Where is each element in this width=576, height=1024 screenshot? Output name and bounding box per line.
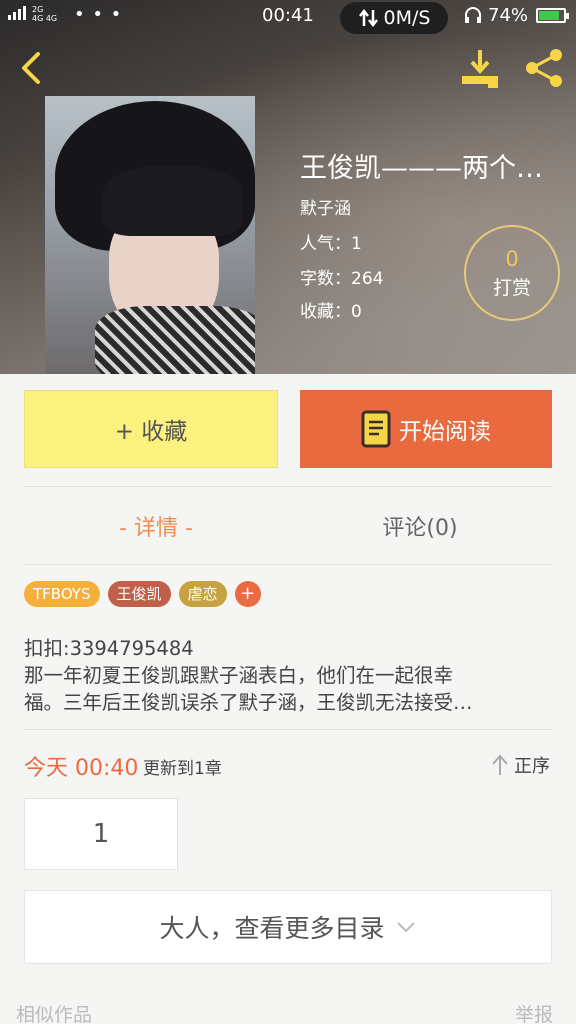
view-more-toc-label: 大人，查看更多目录 xyxy=(159,914,385,943)
arrow-up-icon xyxy=(492,754,508,775)
view-more-toc-button[interactable]: 大人，查看更多目录 xyxy=(24,890,552,964)
speed-value: 0M/S xyxy=(383,7,431,29)
update-time: 今天 00:40 xyxy=(24,756,139,781)
similar-works-heading: 相似作品 xyxy=(16,1004,93,1024)
tag-wang-junkai[interactable]: 王俊凯 xyxy=(107,581,171,607)
reward-label: 打赏 xyxy=(492,277,531,299)
headphone-icon xyxy=(463,5,483,29)
status-bar: 2G 4G 4G • • • 00:41 0M/S 74% xyxy=(0,0,576,34)
report-button[interactable]: 举报 xyxy=(515,1000,553,1024)
more-notifications-icon: • • • xyxy=(74,4,123,25)
reward-count: 0 xyxy=(505,247,519,271)
book-description[interactable]: 扣扣:3394795484 那一年初夏王俊凯跟默子涵表白，他们在一起很幸 福。三… xyxy=(24,635,552,716)
share-icon[interactable] xyxy=(522,48,566,88)
battery-percent: 74% xyxy=(488,5,529,26)
clock: 00:41 xyxy=(262,5,314,26)
network-type: 2G 4G 4G xyxy=(32,5,57,23)
back-arrow-icon[interactable] xyxy=(16,48,44,88)
start-reading-label: 开始阅读 xyxy=(399,419,491,445)
network-label: 2G xyxy=(32,5,44,14)
data-transfer-icon xyxy=(358,8,378,28)
sort-order-button[interactable]: 正序 xyxy=(490,752,550,778)
book-author[interactable]: 默子涵 xyxy=(300,194,351,219)
chapter-number: 1 xyxy=(92,819,110,849)
update-status: 更新到1章 xyxy=(143,759,222,779)
tag-tfboys[interactable]: TFBOYS xyxy=(24,581,100,607)
book-icon xyxy=(361,410,391,448)
divider xyxy=(24,486,552,487)
description-line: 扣扣:3394795484 xyxy=(24,637,194,660)
favorites-count: 收藏：0 xyxy=(300,302,362,322)
description-line: 那一年初夏王俊凯跟默子涵表白，他们在一起很幸 xyxy=(24,664,454,687)
word-count: 字数：264 xyxy=(300,269,384,289)
tab-detail[interactable]: - 详情 - xyxy=(24,510,288,542)
add-tag-button[interactable]: + xyxy=(234,581,261,607)
chapter-item[interactable]: 1 xyxy=(24,798,178,870)
sort-order-label: 正序 xyxy=(514,756,550,777)
tag-list: TFBOYS 王俊凯 虐恋 + xyxy=(24,581,261,607)
download-icon[interactable] xyxy=(458,48,502,88)
tab-comments[interactable]: 评论(0) xyxy=(288,510,552,542)
description-line: 福。三年后王俊凯误杀了默子涵，王俊凯无法接受… xyxy=(24,691,473,714)
popularity-count: 人气：1 xyxy=(300,234,362,254)
add-to-favorites-button[interactable]: + 收藏 xyxy=(24,390,278,468)
divider xyxy=(24,564,552,565)
start-reading-button[interactable]: 开始阅读 xyxy=(300,390,552,468)
chevron-down-icon xyxy=(396,922,415,933)
book-title: 王俊凯———两个世… xyxy=(300,153,568,184)
tag-nuelian[interactable]: 虐恋 xyxy=(178,581,227,607)
battery-icon xyxy=(536,8,569,23)
reward-button[interactable]: 0 打赏 xyxy=(464,225,560,321)
book-cover-image[interactable] xyxy=(45,96,255,374)
network-speed: 0M/S xyxy=(340,2,448,34)
network-label-2: 4G 4G xyxy=(32,14,58,23)
signal-icon xyxy=(8,6,26,20)
favorites-button-label: + 收藏 xyxy=(114,419,188,445)
divider xyxy=(24,729,552,730)
